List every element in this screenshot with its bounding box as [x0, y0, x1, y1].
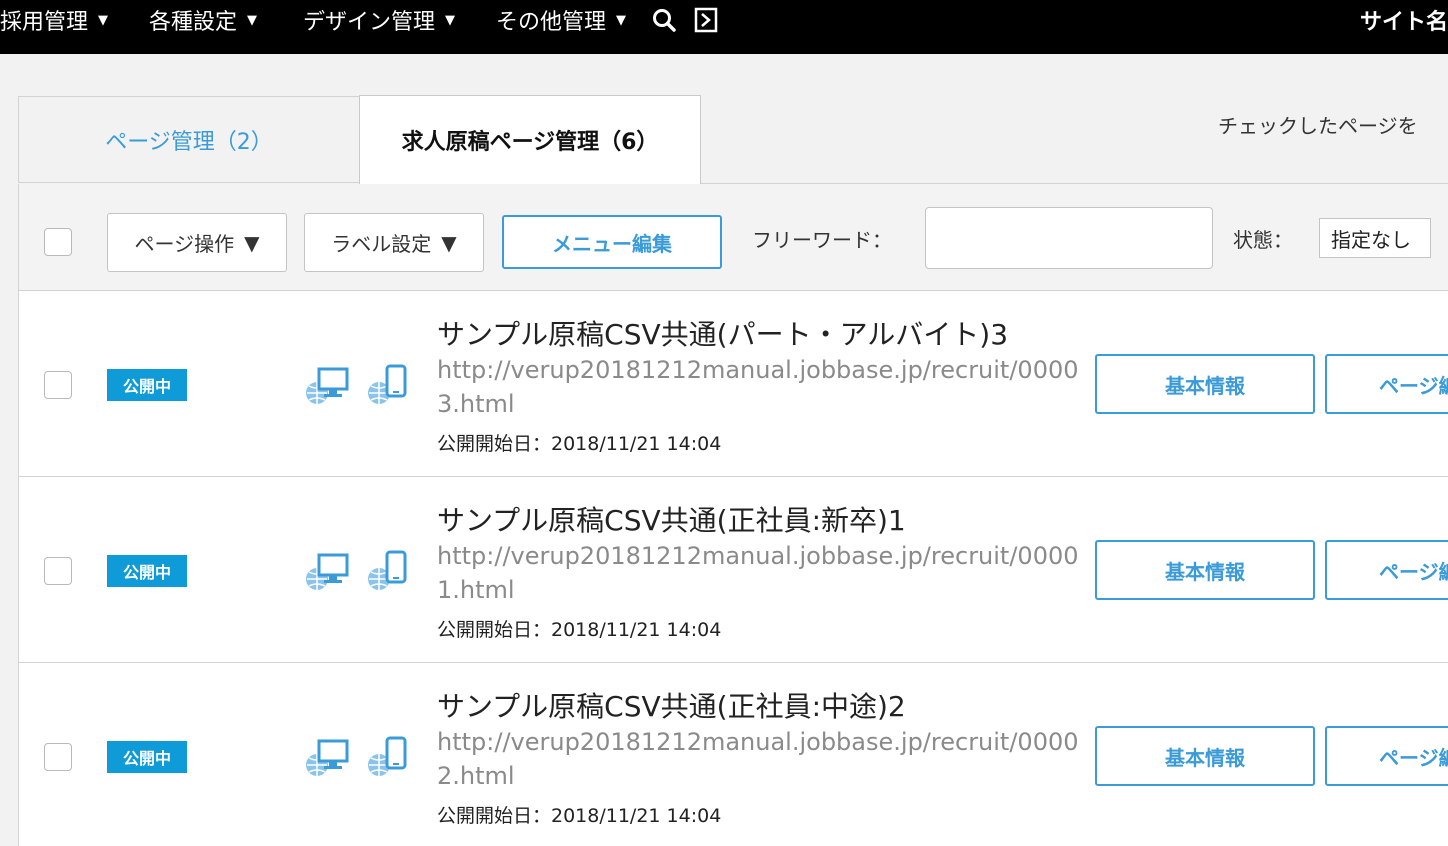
status-badge: 公開中	[107, 555, 187, 587]
nav-item-label: 採用管理	[0, 10, 89, 35]
row-checkbox[interactable]	[44, 557, 72, 585]
top-navigation: 採用管理 ▼ 各種設定 ▼ デザイン管理 ▼ その他管理 ▼ サイト名	[0, 0, 1448, 54]
basic-info-button[interactable]: 基本情報	[1095, 540, 1315, 600]
caret-down-icon: ▼	[247, 12, 258, 28]
status-label: 状態：	[1233, 228, 1293, 252]
nav-item-recruitment[interactable]: 採用管理 ▼	[0, 0, 108, 40]
publish-start-date: 公開開始日：2018/11/21 14:04	[437, 619, 722, 641]
smartphone-preview-icon[interactable]	[365, 363, 413, 407]
job-title: サンプル原稿CSV共通(正社員:新卒)1	[437, 504, 906, 537]
basic-info-button[interactable]: 基本情報	[1095, 726, 1315, 786]
job-title: サンプル原稿CSV共通(パート・アルバイト)3	[437, 318, 1009, 351]
bulk-action-caption: チェックしたページを	[1218, 114, 1418, 138]
menu-edit-button[interactable]: メニュー編集	[502, 215, 722, 269]
row-checkbox[interactable]	[44, 371, 72, 399]
nav-item-label: その他管理	[496, 10, 607, 35]
status-select[interactable]: 指定なし	[1319, 218, 1431, 258]
basic-info-button[interactable]: 基本情報	[1095, 354, 1315, 414]
status-badge: 公開中	[107, 741, 187, 773]
smartphone-preview-icon[interactable]	[365, 735, 413, 779]
caret-down-icon: ▼	[98, 12, 109, 28]
table-row: 公開中 サンプル原稿CSV共通(正社員:中途)2 http://verup201…	[19, 663, 1448, 846]
page-edit-button[interactable]: ページ編	[1325, 726, 1448, 786]
nav-item-settings[interactable]: 各種設定 ▼	[149, 0, 257, 40]
page-operations-dropdown[interactable]: ページ操作 ▼	[107, 213, 287, 272]
nav-item-other[interactable]: その他管理 ▼	[496, 0, 626, 40]
publish-start-date: 公開開始日：2018/11/21 14:04	[437, 433, 722, 455]
job-url-link[interactable]: http://verup20181212manual.jobbase.jp/re…	[437, 539, 1089, 607]
page-edit-button[interactable]: ページ編	[1325, 540, 1448, 600]
triangle-down-icon: ▼	[441, 230, 457, 255]
freeword-label: フリーワード：	[752, 228, 892, 252]
list-toolbar: ページ操作 ▼ ラベル設定 ▼ メニュー編集 フリーワード： 状態： 指定なし	[19, 184, 1448, 291]
search-icon[interactable]	[651, 7, 677, 33]
dropdown-label: ラベル設定	[331, 232, 432, 256]
freeword-input[interactable]	[925, 207, 1213, 269]
nav-item-label: デザイン管理	[303, 10, 436, 35]
caret-down-icon: ▼	[616, 12, 627, 28]
caret-down-icon: ▼	[445, 12, 456, 28]
logout-icon[interactable]	[694, 7, 720, 33]
job-title: サンプル原稿CSV共通(正社員:中途)2	[437, 690, 906, 723]
tab-job-posting-management[interactable]: 求人原稿ページ管理（6）	[359, 95, 701, 184]
dropdown-label: ページ操作	[134, 232, 235, 256]
table-row: 公開中 サンプル原稿CSV共通(正社員:新卒)1 http://verup201…	[19, 477, 1448, 663]
pc-preview-icon[interactable]	[303, 363, 351, 407]
row-checkbox[interactable]	[44, 743, 72, 771]
site-name: サイト名	[1359, 10, 1448, 35]
job-url-link[interactable]: http://verup20181212manual.jobbase.jp/re…	[437, 353, 1089, 421]
table-row: 公開中 サンプル原稿CSV共通(パート・アルバイト)3 http://verup…	[19, 291, 1448, 477]
job-posting-list-panel: ページ操作 ▼ ラベル設定 ▼ メニュー編集 フリーワード： 状態： 指定なし …	[18, 184, 1448, 846]
pc-preview-icon[interactable]	[303, 735, 351, 779]
nav-item-design[interactable]: デザイン管理 ▼	[303, 0, 455, 40]
page-edit-button[interactable]: ページ編	[1325, 354, 1448, 414]
status-badge: 公開中	[107, 369, 187, 401]
label-settings-dropdown[interactable]: ラベル設定 ▼	[304, 213, 484, 272]
select-all-checkbox[interactable]	[44, 228, 72, 256]
nav-item-label: 各種設定	[149, 10, 238, 35]
tab-page-management[interactable]: ページ管理（2）	[18, 96, 359, 183]
triangle-down-icon: ▼	[244, 230, 260, 255]
smartphone-preview-icon[interactable]	[365, 549, 413, 593]
pc-preview-icon[interactable]	[303, 549, 351, 593]
publish-start-date: 公開開始日：2018/11/21 14:04	[437, 805, 722, 827]
job-url-link[interactable]: http://verup20181212manual.jobbase.jp/re…	[437, 725, 1089, 793]
